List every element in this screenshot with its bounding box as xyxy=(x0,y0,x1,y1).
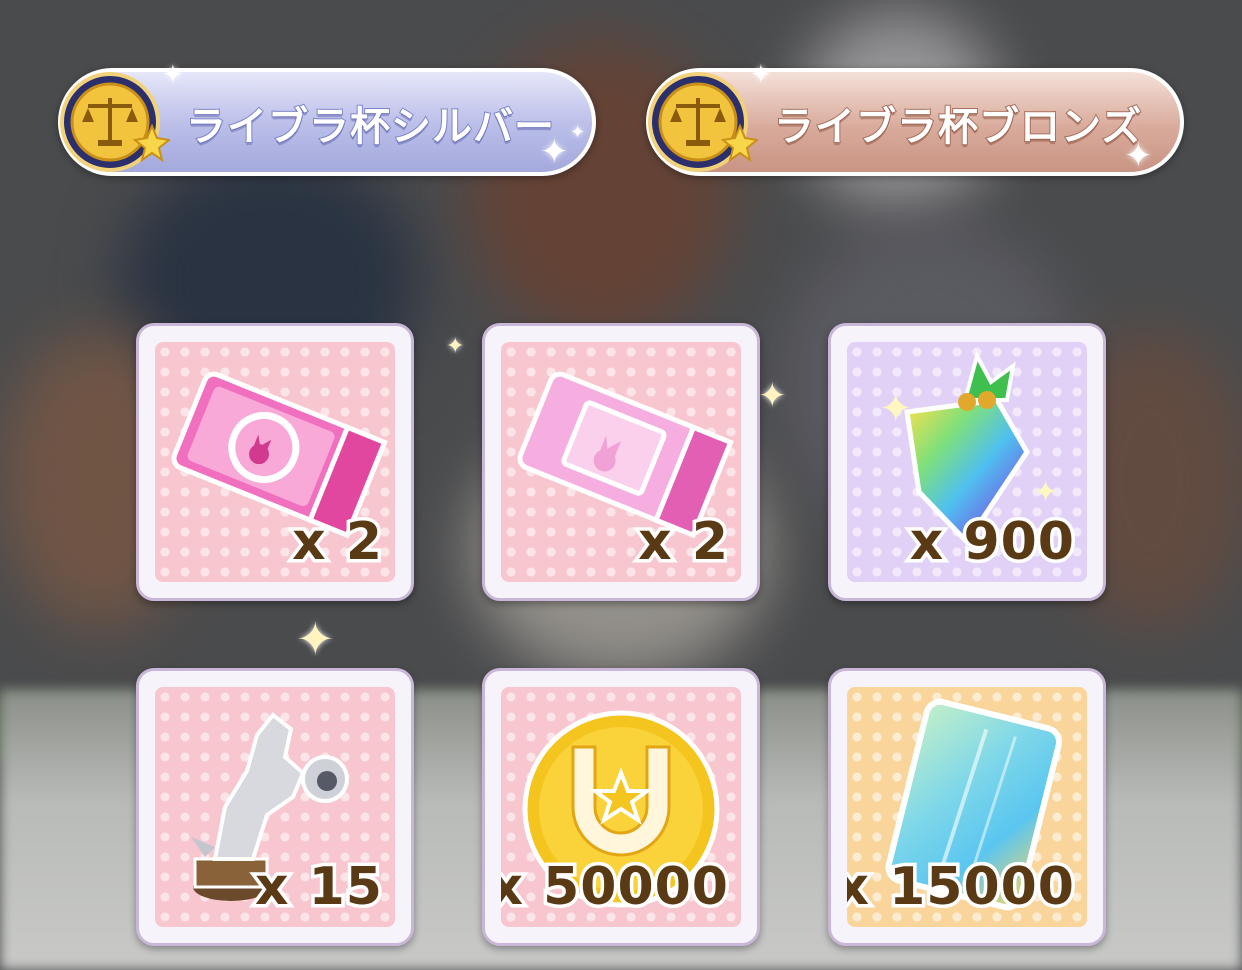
reward-card[interactable]: x 15 xyxy=(136,668,414,946)
sparkle-icon: ✦ xyxy=(540,132,569,172)
banner-label-bronze: ライブラ杯ブロンズ xyxy=(773,103,1143,151)
reward-card[interactable]: x 50000 xyxy=(482,668,760,946)
sparkle-icon: ✦ xyxy=(162,60,184,90)
reward-quantity: x 15000 xyxy=(847,854,1077,921)
reward-card[interactable]: x 2 xyxy=(136,323,414,601)
reward-card[interactable]: x 15000 xyxy=(828,668,1106,946)
reward-card-background: x 50000 xyxy=(501,687,741,927)
libra-cup-bronze-banner: ライブラ杯ブロンズ ✦ ✦ xyxy=(646,60,1184,176)
reward-quantity: x 900 xyxy=(906,509,1077,576)
sparkle-icon: ✦ xyxy=(750,60,772,90)
reward-card-background: x 15 xyxy=(155,687,395,927)
reward-card-background: x 2 xyxy=(501,342,741,582)
reward-quantity: x 50000 xyxy=(501,854,731,921)
sparkle-icon: ✦ xyxy=(296,612,335,666)
libra-cup-medal-icon xyxy=(60,72,170,172)
sparkle-icon: ✦ xyxy=(1124,136,1153,176)
reward-card-background: x 2 xyxy=(155,342,395,582)
svg-text:✦: ✦ xyxy=(1033,475,1058,510)
reward-quantity: x 2 xyxy=(635,509,732,576)
reward-card-background: ✦ ✦ x 900 xyxy=(847,342,1087,582)
libra-cup-medal-icon xyxy=(648,72,758,172)
libra-cup-silver-banner: ライブラ杯シルバー ✦ ✦ ✦ xyxy=(58,60,596,176)
sparkle-icon: ✦ xyxy=(446,334,465,359)
reward-card[interactable]: x 2 xyxy=(482,323,760,601)
sparkle-icon: ✦ xyxy=(570,122,586,143)
sparkle-icon: ✦ xyxy=(758,376,787,416)
svg-text:✦: ✦ xyxy=(879,386,913,432)
reward-card[interactable]: ✦ ✦ x 900 xyxy=(828,323,1106,601)
reward-quantity: x 2 xyxy=(289,509,386,576)
reward-card-background: x 15000 xyxy=(847,687,1087,927)
reward-quantity: x 15 xyxy=(251,854,385,921)
banner-label-silver: ライブラ杯シルバー xyxy=(185,103,555,151)
